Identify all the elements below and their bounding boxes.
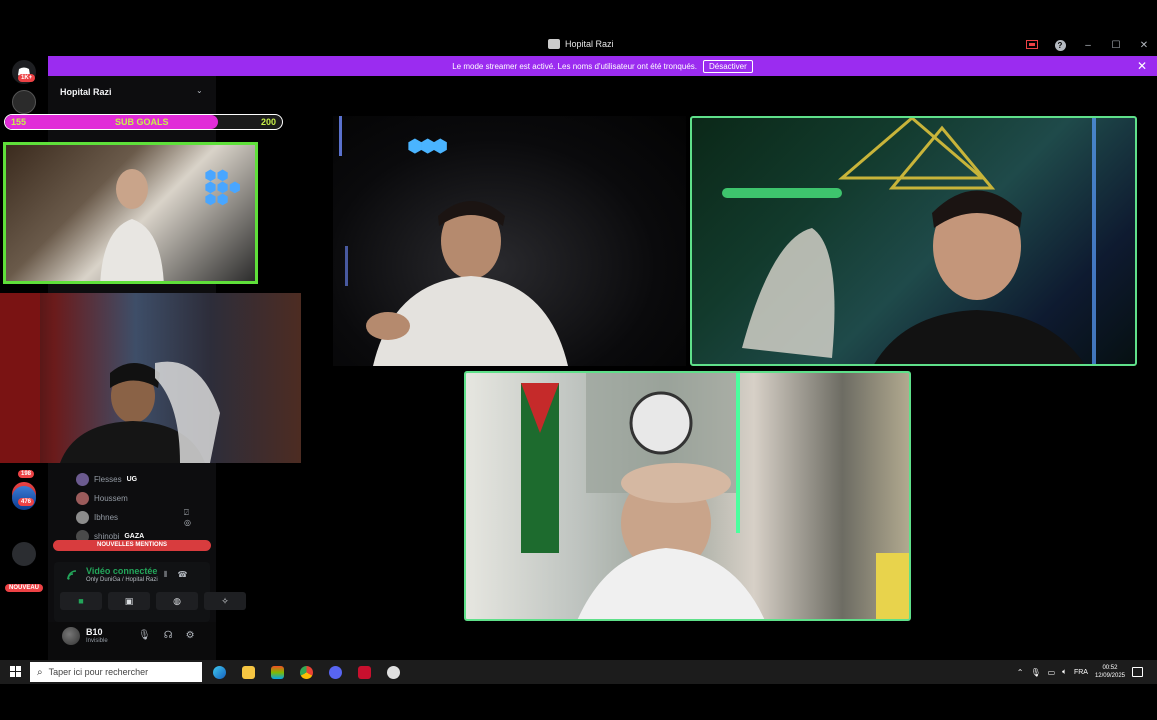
headphones-icon[interactable]: ☊ bbox=[164, 630, 173, 641]
member-tag: GAZA bbox=[124, 533, 145, 540]
new-label-badge: NOUVEAU bbox=[5, 584, 44, 592]
activity-button[interactable]: ◍ bbox=[156, 592, 198, 610]
server-icon[interactable] bbox=[12, 542, 36, 566]
window-controls: ? – ☐ ✕ bbox=[1025, 38, 1151, 52]
noise-suppression-icon[interactable]: ⦀ bbox=[164, 570, 168, 580]
maximize-button[interactable]: ☐ bbox=[1109, 38, 1123, 52]
taskbar-apps bbox=[210, 663, 402, 681]
member-tag: UG bbox=[126, 476, 138, 483]
user-controls: 🎙︎ ☊ ⚙ bbox=[138, 630, 195, 641]
minimize-button[interactable]: – bbox=[1081, 38, 1095, 52]
person-silhouette bbox=[521, 373, 909, 619]
banner-close-icon[interactable]: ✕ bbox=[1137, 59, 1147, 73]
camera-button[interactable]: ■ bbox=[60, 592, 102, 610]
chevron-up-icon[interactable]: ⌃ bbox=[1017, 668, 1024, 677]
sub-goals-current: 155 bbox=[11, 117, 27, 127]
avatar[interactable] bbox=[62, 627, 80, 645]
windows-taskbar: ⌕ Taper ici pour rechercher ⌃ 🎙︎ ▭ 🔈︎ FR… bbox=[0, 660, 1157, 684]
edge-icon[interactable] bbox=[210, 663, 228, 681]
help-icon[interactable]: ? bbox=[1053, 38, 1067, 52]
sub-goals-label: SUB GOALS bbox=[115, 117, 169, 127]
file-explorer-icon[interactable] bbox=[239, 663, 257, 681]
clock-time: 00:52 bbox=[1102, 665, 1118, 671]
user-panel: B10 Invisible 🎙︎ ☊ ⚙ bbox=[48, 622, 216, 660]
language-indicator[interactable]: FRA bbox=[1074, 669, 1088, 676]
notification-badge: 198 bbox=[18, 470, 35, 478]
avatar bbox=[76, 473, 89, 486]
streamer-webcam: ⬢⬢ ⬢⬢⬢ ⬢⬢ bbox=[3, 142, 258, 284]
notification-badge: 1K+ bbox=[18, 74, 36, 82]
taskbar-search[interactable]: ⌕ Taper ici pour rechercher bbox=[30, 662, 202, 682]
user-status: Invisible bbox=[86, 638, 108, 644]
streaming-app-icon[interactable] bbox=[355, 663, 373, 681]
disconnect-icon[interactable]: ☎ bbox=[178, 570, 188, 580]
list-item[interactable]: Ibhnes ⍁ ◎ bbox=[76, 508, 191, 527]
guest-webcam bbox=[0, 293, 301, 463]
gear-icon[interactable]: ⚙ bbox=[186, 630, 195, 641]
voice-member-list: Flesses UG Houssem Ibhnes ⍁ ◎ shinobi GA… bbox=[76, 470, 191, 546]
person-silhouette bbox=[100, 169, 164, 281]
person-silhouette bbox=[339, 116, 568, 366]
server-icon[interactable] bbox=[12, 90, 36, 114]
window-titlebar: Hopital Razi ? – ☐ ✕ bbox=[0, 34, 1157, 56]
banner-text: Le mode streamer est activé. Les noms d'… bbox=[452, 61, 697, 71]
chevron-down-icon[interactable]: ⌄ bbox=[196, 86, 203, 95]
new-mentions-pill[interactable]: NOUVELLES MENTIONS bbox=[53, 540, 211, 551]
video-tile-participant[interactable] bbox=[464, 371, 911, 621]
video-tile-participant[interactable]: ⬢⬢⬢ bbox=[333, 116, 686, 366]
signal-icon[interactable] bbox=[67, 570, 77, 580]
avatar bbox=[76, 511, 89, 524]
notification-center-icon[interactable] bbox=[1132, 667, 1143, 677]
close-window-button[interactable]: ✕ bbox=[1137, 38, 1151, 52]
search-input[interactable]: Taper ici pour rechercher bbox=[49, 667, 149, 677]
voice-channel[interactable]: Only DuniGa / Hopital Razi bbox=[86, 577, 158, 583]
obs-icon[interactable] bbox=[384, 663, 402, 681]
member-name: Houssem bbox=[94, 494, 128, 503]
notification-badge: 476 bbox=[18, 498, 35, 506]
muted-icon: ⍁ ◎ bbox=[184, 508, 191, 527]
discord-icon[interactable] bbox=[326, 663, 344, 681]
avatar bbox=[76, 492, 89, 505]
member-name: Flesses bbox=[94, 475, 122, 484]
disable-streamer-mode-button[interactable]: Désactiver bbox=[702, 59, 753, 73]
voice-buttons: ■ ▣ ◍ ✧ bbox=[60, 592, 246, 610]
volume-icon[interactable]: 🔈︎ bbox=[1062, 667, 1067, 677]
microphone-icon[interactable]: 🎙︎ bbox=[1030, 668, 1040, 677]
sub-goals-bar: 155 SUB GOALS 200 bbox=[4, 114, 283, 130]
soundboard-button[interactable]: ✧ bbox=[204, 592, 246, 610]
person-silhouette bbox=[722, 118, 1096, 364]
screen-share-icon[interactable] bbox=[1025, 38, 1039, 52]
window-title-text: Hopital Razi bbox=[565, 39, 614, 49]
voice-connection-panel: Vidéo connectée Only DuniGa / Hopital Ra… bbox=[54, 562, 246, 622]
screen-share-button[interactable]: ▣ bbox=[108, 592, 150, 610]
sub-goals-progress-fill bbox=[5, 115, 219, 129]
network-icon[interactable]: ▭ bbox=[1048, 668, 1056, 677]
voice-status[interactable]: Vidéo connectée bbox=[86, 566, 157, 576]
chrome-icon[interactable] bbox=[297, 663, 315, 681]
taskbar-clock[interactable]: 00:52 12/09/2025 bbox=[1095, 664, 1125, 680]
store-icon[interactable] bbox=[268, 663, 286, 681]
hexagon-lights-icon: ⬢⬢ ⬢⬢⬢ ⬢⬢ bbox=[204, 167, 241, 207]
microphone-icon[interactable]: 🎙︎ bbox=[138, 630, 151, 641]
windows-start-icon[interactable] bbox=[10, 666, 21, 677]
discord-logo-icon bbox=[548, 39, 560, 49]
user-name[interactable]: B10 bbox=[86, 627, 103, 637]
voice-actions: ⦀ ☎ bbox=[164, 570, 188, 580]
window-title: Hopital Razi bbox=[548, 39, 614, 49]
video-tile-participant[interactable] bbox=[690, 116, 1137, 366]
streamer-mode-banner: Le mode streamer est activé. Les noms d'… bbox=[48, 56, 1157, 76]
list-item[interactable]: Houssem bbox=[76, 489, 144, 508]
server-name[interactable]: Hopital Razi bbox=[60, 87, 112, 97]
search-icon: ⌕ bbox=[37, 666, 43, 678]
clock-date: 12/09/2025 bbox=[1094, 673, 1125, 679]
system-tray: ⌃ 🎙︎ ▭ 🔈︎ FRA 00:52 12/09/2025 bbox=[1017, 660, 1157, 684]
person-silhouette bbox=[0, 293, 220, 463]
list-item[interactable]: Flesses UG bbox=[76, 470, 144, 489]
member-name: Ibhnes bbox=[94, 513, 119, 522]
sub-goals-target: 200 bbox=[260, 117, 276, 127]
